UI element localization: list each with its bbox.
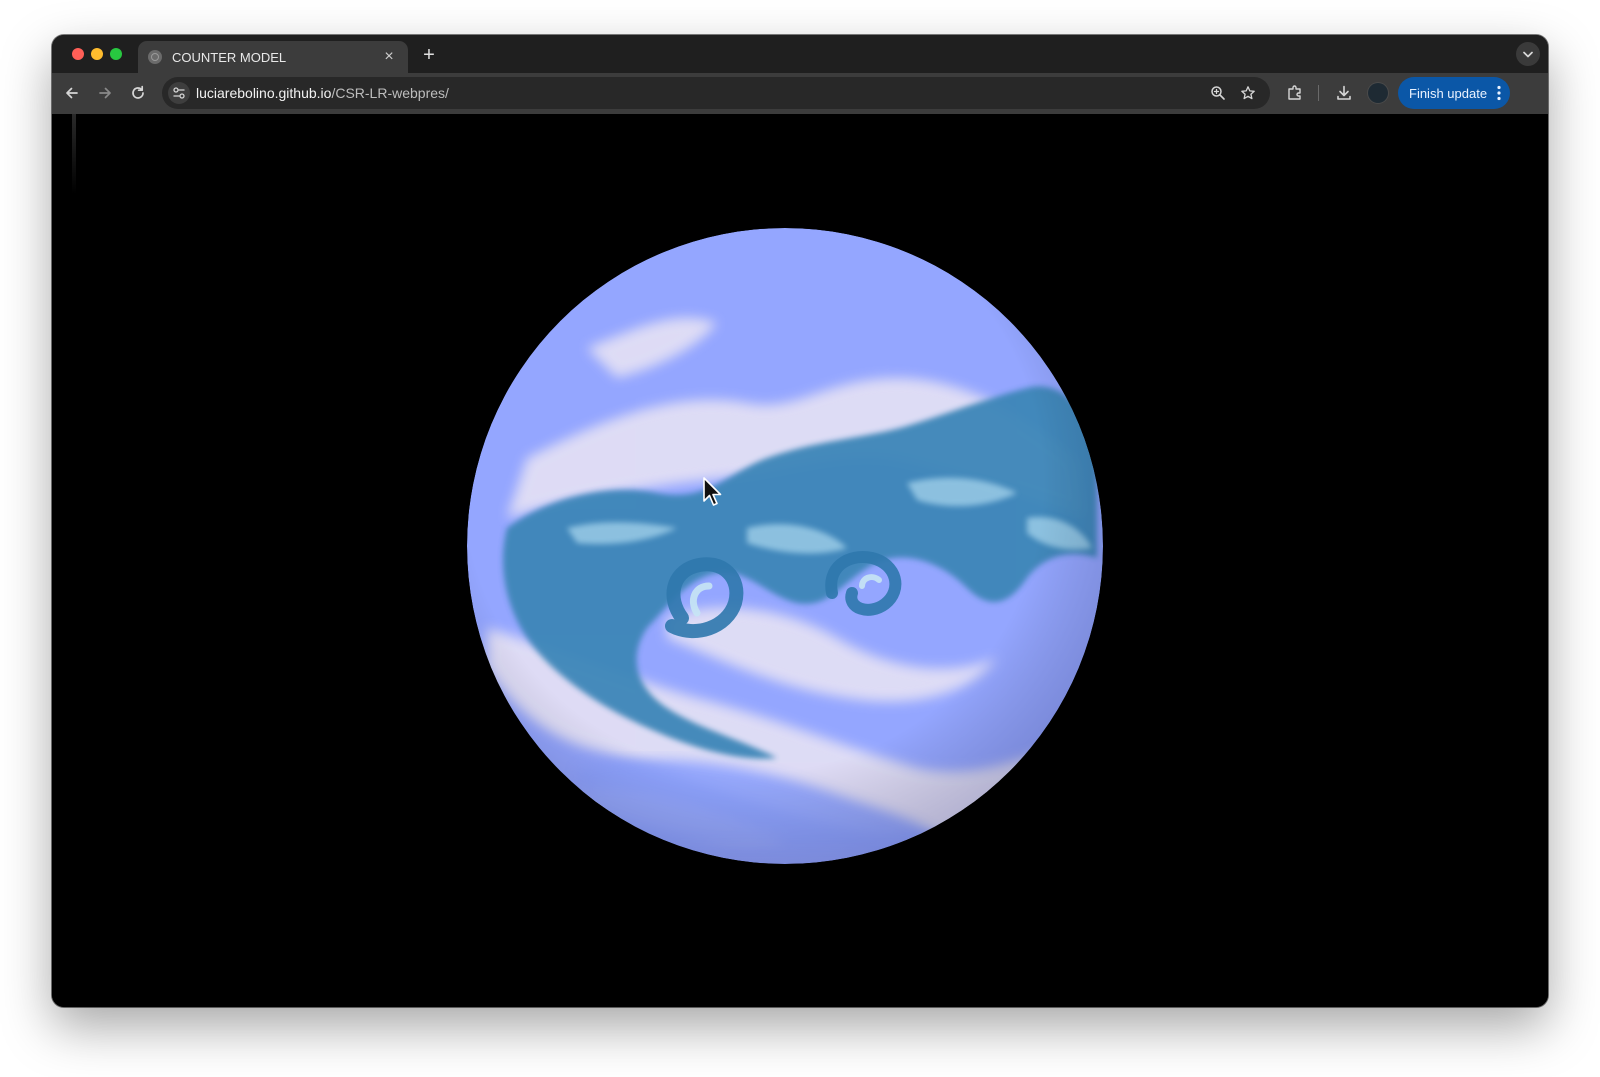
back-button[interactable] — [60, 81, 84, 105]
url-path: /CSR-LR-webpres/ — [331, 85, 449, 101]
bookmark-button[interactable] — [1238, 83, 1258, 103]
reload-button[interactable] — [126, 81, 150, 105]
browser-toolbar: luciarebolino.github.io/CSR-LR-webpres/ — [52, 73, 1548, 114]
earth-globe[interactable] — [467, 228, 1103, 864]
downloads-button[interactable] — [1333, 82, 1355, 104]
url-host: luciarebolino.github.io — [196, 85, 332, 101]
more-vert-icon — [1497, 85, 1501, 101]
new-tab-button[interactable]: + — [418, 44, 440, 66]
tab-close-icon[interactable]: × — [380, 48, 398, 66]
scroll-shadow — [72, 114, 76, 194]
globe-icon — [148, 50, 162, 64]
globe-shading — [467, 228, 1103, 864]
zoom-in-icon — [1211, 86, 1225, 100]
url-text[interactable]: luciarebolino.github.io/CSR-LR-webpres/ — [196, 85, 449, 101]
maximize-window-button[interactable] — [110, 48, 122, 60]
download-icon — [1337, 85, 1351, 100]
star-icon — [1241, 86, 1255, 100]
chevron-down-icon — [1523, 51, 1533, 58]
arrow-right-icon — [99, 87, 111, 99]
minimize-window-button[interactable] — [91, 48, 103, 60]
extensions-button[interactable] — [1284, 82, 1306, 104]
globe-visualization[interactable] — [467, 228, 1103, 864]
zoom-button[interactable] — [1208, 83, 1228, 103]
tab-counter-model[interactable]: COUNTER MODEL × — [138, 41, 408, 73]
mouse-cursor-icon — [702, 476, 724, 513]
finish-update-button[interactable]: Finish update — [1398, 77, 1510, 109]
close-window-button[interactable] — [72, 48, 84, 60]
toolbar-divider — [1318, 85, 1319, 101]
reload-icon — [132, 85, 144, 99]
tab-strip: COUNTER MODEL × + — [52, 35, 1548, 73]
site-info-button[interactable] — [168, 82, 190, 104]
arrow-left-icon — [66, 87, 78, 99]
tab-title: COUNTER MODEL — [172, 49, 287, 65]
forward-button[interactable] — [93, 81, 117, 105]
browser-window: COUNTER MODEL × + luciarebolino.github.i… — [52, 35, 1548, 1007]
finish-update-label: Finish update — [1409, 85, 1488, 101]
puzzle-icon — [1288, 85, 1301, 100]
profile-avatar[interactable] — [1368, 83, 1388, 103]
tab-search-button[interactable] — [1516, 42, 1540, 66]
address-bar[interactable]: luciarebolino.github.io/CSR-LR-webpres/ — [162, 77, 1270, 109]
page-content[interactable] — [52, 114, 1548, 1007]
tune-icon — [173, 87, 185, 99]
